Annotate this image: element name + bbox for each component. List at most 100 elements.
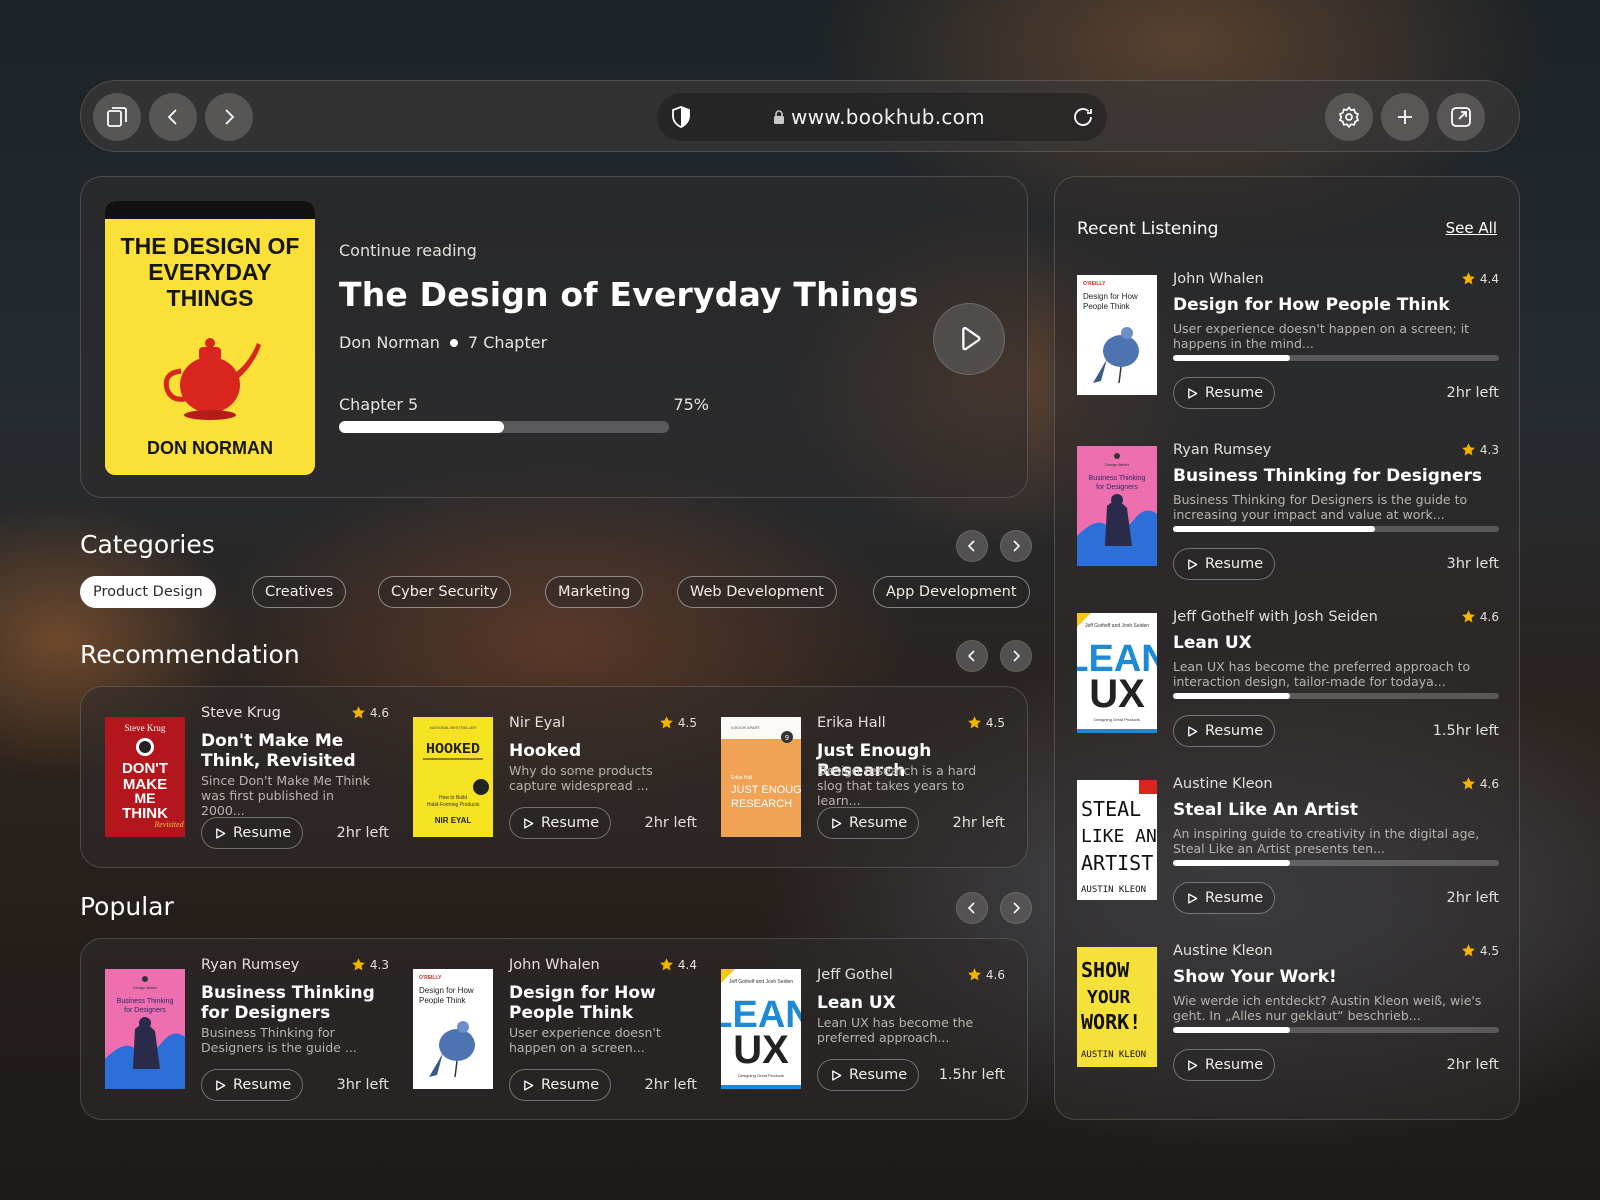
shield-icon[interactable] [669,105,693,129]
book-description: An inspiring guide to creativity in the … [1173,826,1480,856]
book-cover[interactable]: Jeff Gothelf and Josh Seiden LEAN UX Des… [721,969,801,1089]
star-icon [660,958,673,971]
tabs-button[interactable] [93,93,141,141]
svg-text:NIR EYAL: NIR EYAL [435,816,472,825]
resume-button[interactable]: Resume [817,1059,919,1091]
book-rating: 4.6 [967,967,1005,982]
new-tab-button[interactable] [1381,93,1429,141]
chevron-left-icon [967,902,975,914]
recent-item[interactable]: Jeff Gothelf and Josh Seiden LEAN UX Des… [1077,609,1499,753]
see-all-link[interactable]: See All [1446,219,1497,237]
time-left: 2hr left [1446,1057,1499,1073]
book-cover[interactable]: Design Better Business Thinking for Desi… [105,969,185,1089]
book-cover[interactable]: NATIONAL BESTSELLER HOOKED How to Build … [413,717,493,837]
svg-text:Revisited: Revisited [153,820,184,829]
book-title[interactable]: Design for How People Think [1173,295,1450,315]
forward-button[interactable] [205,93,253,141]
category-chip[interactable]: App Development [873,576,1030,608]
svg-text:STEAL: STEAL [1081,797,1141,821]
book-cover[interactable]: Jeff Gothelf and Josh Seiden LEAN UX Des… [1077,613,1157,733]
book-description: Business Thinking for Designers is the g… [1173,492,1468,522]
book-title[interactable]: Lean UX [817,993,1003,1013]
categories-next-button[interactable] [1000,530,1032,562]
recent-listening-panel: Recent Listening See All O'REILLY Design… [1054,176,1520,1120]
category-chip[interactable]: Creatives [252,576,347,608]
recommendation-next-button[interactable] [1000,640,1032,672]
book-card[interactable]: A BOOK APART 9 Erika Hall JUST ENOUGH RE… [697,687,1005,869]
book-title[interactable]: Business Thinking for Designers [1173,466,1482,486]
resume-button[interactable]: Resume [201,817,303,849]
rating-value: 4.4 [1479,271,1499,286]
popular-nav [956,892,1032,924]
book-title[interactable]: Design for How People Think [509,983,695,1023]
resume-label: Resume [1205,556,1264,572]
svg-text:Design Better: Design Better [133,985,158,990]
category-chip[interactable]: Cyber Security [378,576,511,608]
expand-button[interactable] [1437,93,1485,141]
book-card[interactable]: Steve Krug DON'T MAKE ME THINK Revisited… [81,687,389,869]
category-chip[interactable]: Web Development [677,576,837,608]
hero-meta: Don Norman 7 Chapter [339,333,547,352]
book-author: Ryan Rumsey [1173,442,1272,458]
back-button[interactable] [149,93,197,141]
book-cover[interactable]: O'REILLY Design for How People Think [413,969,493,1089]
book-cover[interactable]: Design Better Business Thinking for Desi… [1077,446,1157,566]
recent-item[interactable]: Design Better Business Thinking for Desi… [1077,442,1499,586]
book-rating: 4.4 [659,957,697,972]
recent-item[interactable]: STEAL LIKE AN ARTIST AUSTIN KLEON Austin… [1077,776,1499,920]
popular-prev-button[interactable] [956,892,988,924]
resume-button[interactable]: Resume [201,1069,303,1101]
recommendation-prev-button[interactable] [956,640,988,672]
book-title[interactable]: Steal Like An Artist [1173,800,1358,820]
recent-item[interactable]: SHOW YOUR WORK! AUSTIN KLEON Austine Kle… [1077,943,1499,1087]
category-chip[interactable]: Product Design [80,576,216,608]
book-cover[interactable]: Steve Krug DON'T MAKE ME THINK Revisited [105,717,185,837]
rating-value: 4.4 [677,957,697,972]
url-text[interactable]: www.bookhub.com [791,105,985,129]
book-card[interactable]: Jeff Gothelf and Josh Seiden LEAN UX Des… [697,939,1005,1121]
resume-button[interactable]: Resume [1173,548,1275,580]
resume-button[interactable]: Resume [509,807,611,839]
book-description: Business Thinking for Designers is the g… [201,1025,357,1055]
book-title[interactable]: Don't Make Me Think, Revisited [201,731,387,771]
resume-button[interactable]: Resume [1173,882,1275,914]
book-card[interactable]: Design Better Business Thinking for Desi… [81,939,389,1121]
book-title[interactable]: Lean UX [1173,633,1252,653]
rating-value: 4.6 [1479,609,1499,624]
book-cover[interactable]: STEAL LIKE AN ARTIST AUSTIN KLEON [1077,780,1157,900]
book-cover[interactable]: A BOOK APART 9 Erika Hall JUST ENOUGH RE… [721,717,801,837]
hero-title[interactable]: The Design of Everyday Things [339,275,919,314]
plus-icon [1398,110,1412,124]
book-card[interactable]: O'REILLY Design for How People Think Joh… [389,939,697,1121]
reload-icon[interactable] [1071,105,1095,129]
recent-item[interactable]: O'REILLY Design for How People Think Joh… [1077,271,1499,415]
time-left: 2hr left [1446,385,1499,401]
time-left: 2hr left [644,815,697,831]
svg-text:JUST ENOUGH: JUST ENOUGH [731,784,801,796]
resume-button[interactable]: Resume [817,807,919,839]
book-title[interactable]: Show Your Work! [1173,967,1337,987]
continue-reading-label: Continue reading [339,241,477,260]
book-card[interactable]: NATIONAL BESTSELLER HOOKED How to Build … [389,687,697,869]
resume-button[interactable]: Resume [1173,715,1275,747]
hero-book-cover[interactable]: THE DESIGN OF EVERYDAY THINGS DON NORMAN [105,201,315,475]
time-left: 2hr left [644,1077,697,1093]
svg-text:People Think: People Think [419,996,467,1005]
categories-prev-button[interactable] [956,530,988,562]
book-title[interactable]: Hooked [509,741,695,761]
category-chip[interactable]: Marketing [545,576,644,608]
book-cover[interactable]: SHOW YOUR WORK! AUSTIN KLEON [1077,947,1157,1067]
book-title[interactable]: Business Thinking for Designers [201,983,387,1023]
popular-next-button[interactable] [1000,892,1032,924]
play-button[interactable] [933,303,1005,375]
resume-button[interactable]: Resume [509,1069,611,1101]
address-bar[interactable]: www.bookhub.com [657,93,1107,141]
resume-button[interactable]: Resume [1173,377,1275,409]
resume-label: Resume [1205,890,1264,906]
settings-button[interactable] [1325,93,1373,141]
play-icon [1188,387,1198,399]
book-cover[interactable]: O'REILLY Design for How People Think [1077,275,1157,395]
resume-button[interactable]: Resume [1173,1049,1275,1081]
svg-text:NATIONAL BESTSELLER: NATIONAL BESTSELLER [430,725,477,730]
svg-text:People Think: People Think [1083,302,1131,311]
